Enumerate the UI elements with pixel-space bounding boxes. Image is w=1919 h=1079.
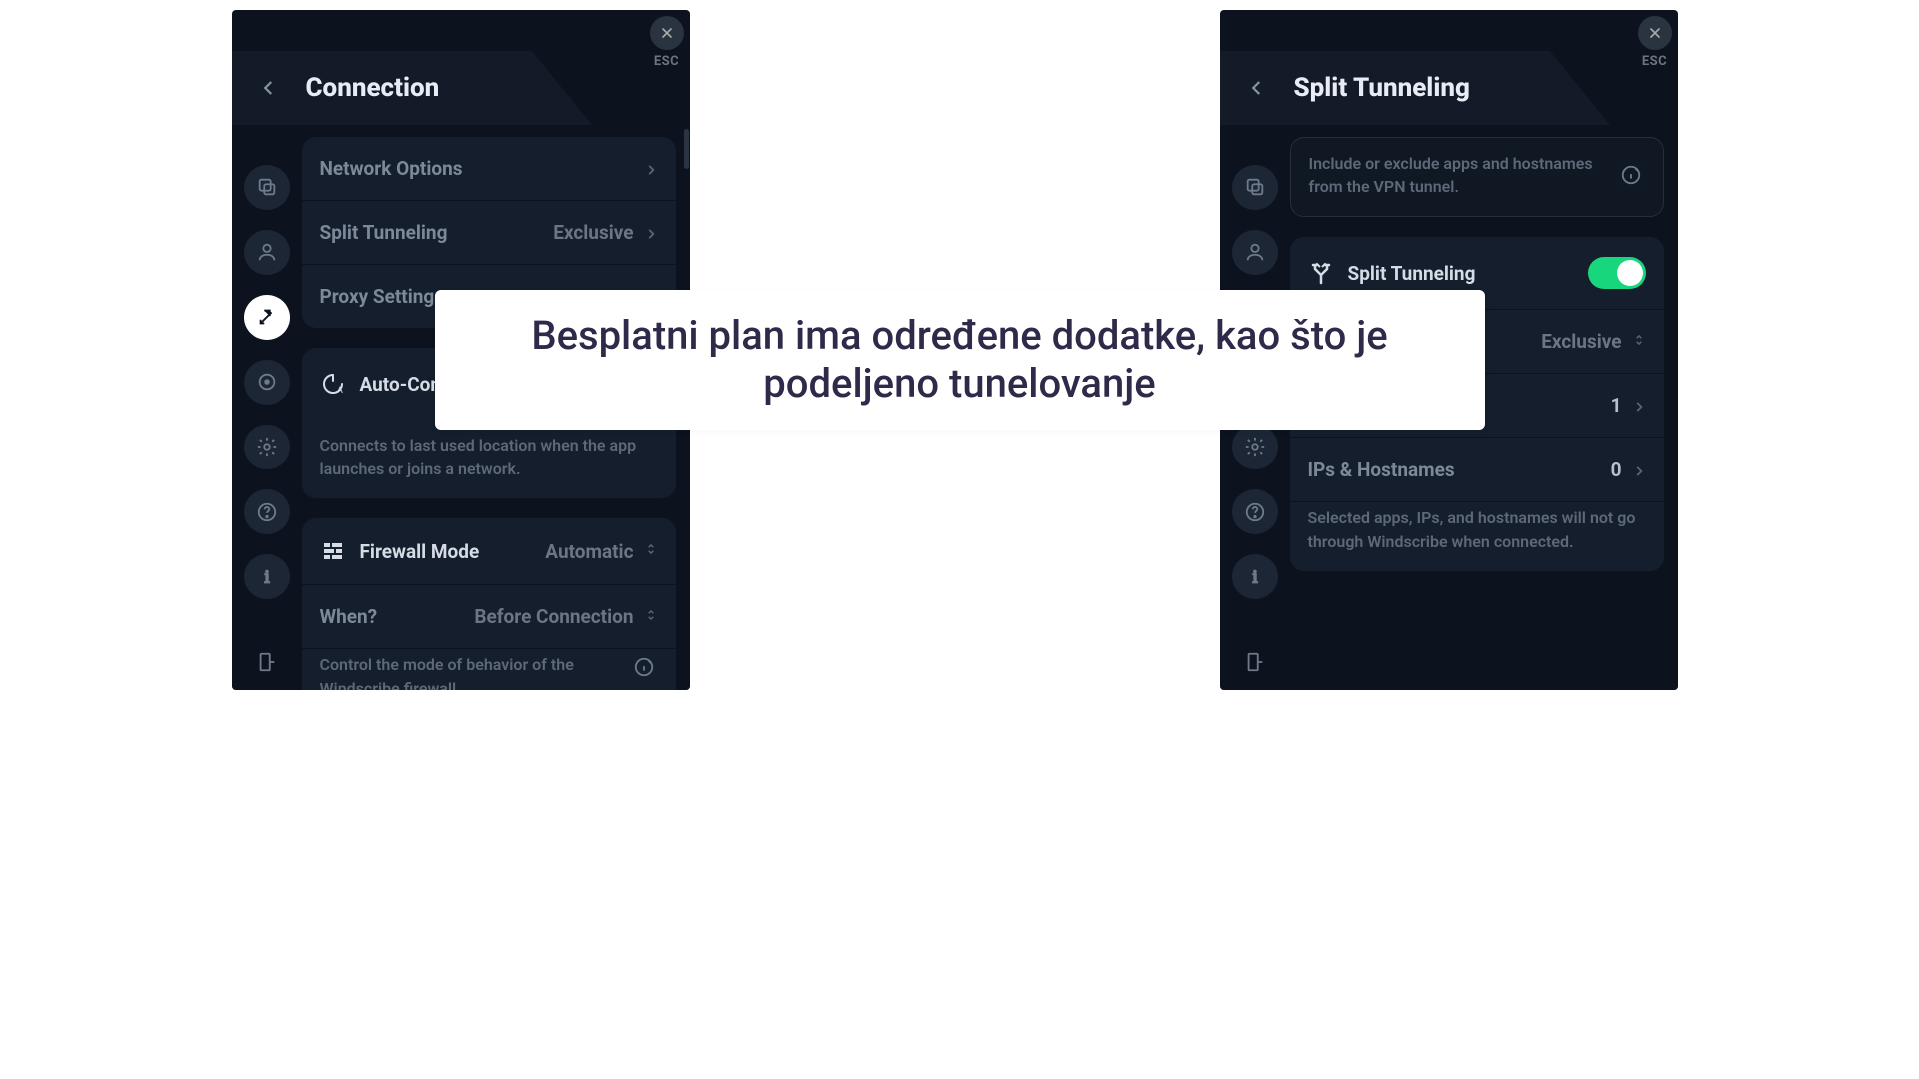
sidebar-settings-icon[interactable]: [244, 425, 290, 470]
sidebar-general-icon[interactable]: [1232, 165, 1278, 210]
info-icon[interactable]: [1617, 161, 1645, 189]
chevron-right-icon: [1632, 399, 1646, 413]
esc-label: ESC: [1642, 54, 1667, 69]
svg-text:i: i: [264, 566, 269, 586]
auto-connect-desc-row: Connects to last used location when the …: [302, 420, 676, 498]
split-footer-text: Selected apps, IPs, and hostnames will n…: [1308, 506, 1646, 552]
split-footer-row: Selected apps, IPs, and hostnames will n…: [1290, 501, 1664, 570]
intro-card: Include or exclude apps and hostnames fr…: [1290, 137, 1664, 217]
sidebar-settings-icon[interactable]: [1232, 425, 1278, 470]
split-tunneling-value: Exclusive: [553, 221, 633, 244]
updown-icon: [644, 606, 658, 628]
auto-connect-desc: Connects to last used location when the …: [320, 434, 658, 480]
page-title: Connection: [306, 73, 440, 103]
split-tunneling-toggle-label: Split Tunneling: [1348, 262, 1476, 285]
split-icon: [1308, 260, 1334, 286]
sidebar-about-icon[interactable]: i: [244, 554, 290, 599]
sidebar-account-icon[interactable]: [1232, 230, 1278, 275]
sidebar-connection-icon[interactable]: [244, 295, 290, 340]
info-icon[interactable]: [630, 653, 658, 681]
sidebar-robert-icon[interactable]: [244, 360, 290, 405]
header: ESC Connection: [232, 10, 690, 125]
firewall-when-label: When?: [320, 605, 378, 628]
chevron-right-icon: [1632, 463, 1646, 477]
sidebar-logout-icon[interactable]: [244, 639, 290, 684]
proxy-settings-label: Proxy Settings: [320, 285, 445, 308]
sidebar: i: [232, 125, 302, 690]
split-tunneling-toggle[interactable]: [1588, 257, 1646, 289]
caption-box: Besplatni plan ima određene dodatke, kao…: [435, 290, 1485, 430]
firewall-when-value: Before Connection: [474, 605, 633, 628]
svg-text:i: i: [1252, 566, 1257, 586]
network-options-label: Network Options: [320, 157, 463, 180]
firewall-desc: Control the mode of behavior of the Wind…: [320, 653, 618, 690]
updown-icon: [1632, 331, 1646, 353]
firewall-card: Firewall Mode Automatic When? B: [302, 518, 676, 690]
updown-icon: [644, 540, 658, 562]
ips-label: IPs & Hostnames: [1308, 458, 1455, 481]
back-button[interactable]: [1242, 73, 1272, 103]
firewall-when-row[interactable]: When? Before Connection: [302, 584, 676, 648]
auto-connect-icon: A: [320, 371, 346, 397]
firewall-icon: [320, 538, 346, 564]
mode-value: Exclusive: [1541, 330, 1621, 353]
chevron-right-icon: [644, 162, 658, 176]
apps-count: 1: [1611, 394, 1622, 417]
svg-text:A: A: [337, 386, 343, 396]
ips-count: 0: [1611, 458, 1622, 481]
firewall-mode-label: Firewall Mode: [360, 540, 480, 563]
sidebar-account-icon[interactable]: [244, 230, 290, 275]
sidebar-general-icon[interactable]: [244, 165, 290, 210]
chevron-right-icon: [644, 226, 658, 240]
sidebar-help-icon[interactable]: [244, 489, 290, 534]
ips-row[interactable]: IPs & Hostnames 0: [1290, 437, 1664, 501]
firewall-desc-row: Control the mode of behavior of the Wind…: [302, 648, 676, 690]
scrollbar[interactable]: [684, 129, 689, 169]
firewall-mode-row[interactable]: Firewall Mode Automatic: [302, 518, 676, 584]
sidebar-about-icon[interactable]: i: [1232, 554, 1278, 599]
esc-label: ESC: [654, 54, 679, 69]
back-button[interactable]: [254, 73, 284, 103]
close-button[interactable]: [1638, 16, 1672, 50]
split-tunneling-row[interactable]: Split Tunneling Exclusive: [302, 200, 676, 264]
sidebar-logout-icon[interactable]: [1232, 639, 1278, 684]
sidebar-help-icon[interactable]: [1232, 489, 1278, 534]
header: ESC Split Tunneling: [1220, 10, 1678, 125]
close-button[interactable]: [650, 16, 684, 50]
split-tunneling-label: Split Tunneling: [320, 221, 448, 244]
page-title: Split Tunneling: [1294, 73, 1470, 103]
firewall-mode-value: Automatic: [545, 540, 633, 563]
caption-text: Besplatni plan ima određene dodatke, kao…: [465, 312, 1455, 408]
network-options-row[interactable]: Network Options: [302, 137, 676, 200]
intro-text: Include or exclude apps and hostnames fr…: [1309, 152, 1605, 198]
